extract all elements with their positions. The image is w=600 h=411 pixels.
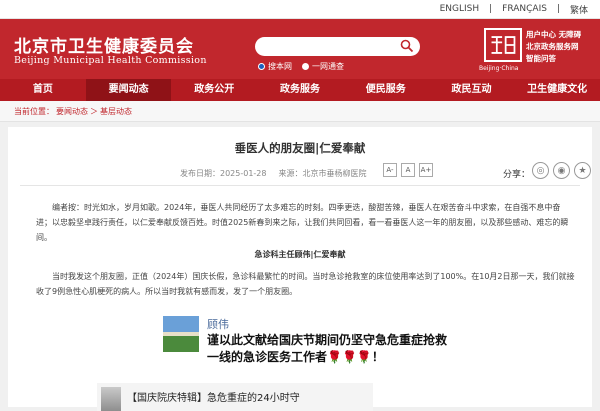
- card-title: 【国庆院庆特辑】急危重症的24小时守: [127, 393, 300, 404]
- wechat-icon[interactable]: ◎: [532, 162, 549, 179]
- article-source: 来源：北京市垂杨柳医院: [278, 169, 367, 178]
- nav-gov-affairs[interactable]: 政务公开: [171, 79, 257, 101]
- font-smaller-button[interactable]: A-: [383, 163, 397, 177]
- editor-note: 编者按：时光如水，岁月如歌。2024年，垂医人共同经历了太多难忘的时刻。四季更迭…: [36, 203, 569, 242]
- wechat-post-screenshot: 顾伟 谨以此文献给国庆节期间仍坚守急危重症抢救一线的急诊医务工作者🌹🌹🌹！: [163, 315, 448, 390]
- post-nickname: 顾伟: [207, 318, 229, 331]
- card-thumbnail: [101, 387, 121, 411]
- breadcrumb: 当前位置： 要闻动态 ＞ 基层动态: [0, 101, 600, 122]
- header-link-user-center[interactable]: 用户中心 无障碍: [526, 29, 581, 41]
- nav-interaction[interactable]: 政民互动: [429, 79, 515, 101]
- header-link-gov-service[interactable]: 北京政务服务网: [526, 41, 581, 53]
- beijing-logo-icon: [484, 28, 522, 62]
- lang-traditional-link[interactable]: 繁体: [570, 3, 588, 16]
- site-title-zh[interactable]: 北京市卫生健康委员会: [14, 32, 194, 57]
- breadcrumb-grassroots[interactable]: 基层动态: [100, 106, 132, 117]
- radio-all-sites[interactable]: 一网通查: [302, 61, 344, 72]
- radio-this-site[interactable]: 搜本网: [258, 61, 292, 72]
- article-title: 垂医人的朋友圈|仁爱奉献: [234, 141, 366, 155]
- body-paragraph: 当时我发这个朋友圈，正值（2024年）国庆长假，急诊科最繁忙的时间。当时急诊抢救…: [36, 272, 575, 296]
- avatar: [163, 316, 199, 352]
- nav-gov-services[interactable]: 政务服务: [257, 79, 343, 101]
- search-input[interactable]: [255, 37, 420, 56]
- top-language-bar: ENGLISH | FRANÇAIS | 繁体: [0, 0, 600, 19]
- font-default-button[interactable]: A: [401, 163, 415, 177]
- publish-date: 发布日期：2025-01-28: [180, 169, 267, 178]
- shared-article-card: 【国庆院庆特辑】急危重症的24小时守: [97, 383, 373, 411]
- lang-separator: |: [489, 4, 493, 14]
- divider: [20, 185, 580, 186]
- nav-home[interactable]: 首页: [0, 79, 86, 101]
- section-subtitle: 急诊科主任顾伟|仁爱奉献: [254, 250, 346, 259]
- main-nav: 首页 要闻动态 政务公开 政务服务 便民服务 政民互动 卫生健康文化: [0, 79, 600, 101]
- radio-dot-selected: [258, 63, 265, 70]
- logo-caption: Beijing·China: [479, 65, 519, 72]
- site-title-en: Beijing Municipal Health Commission: [14, 55, 207, 66]
- breadcrumb-arrow: ＞: [90, 106, 98, 116]
- nav-health-culture[interactable]: 卫生健康文化: [514, 79, 600, 101]
- breadcrumb-news[interactable]: 要闻动态: [56, 106, 88, 117]
- star-share-icon[interactable]: ★: [574, 162, 591, 179]
- search-icon[interactable]: [400, 39, 414, 53]
- header-links: 用户中心 无障碍 北京政务服务网 智能问答: [526, 29, 581, 65]
- lang-french-link[interactable]: FRANÇAIS: [502, 4, 547, 14]
- article-panel: 垂医人的朋友圈|仁爱奉献 发布日期：2025-01-28 来源：北京市垂杨柳医院…: [8, 127, 592, 411]
- lang-english-link[interactable]: ENGLISH: [440, 4, 480, 14]
- font-larger-button[interactable]: A+: [419, 163, 433, 177]
- radio-dot: [302, 63, 309, 70]
- nav-news[interactable]: 要闻动态: [85, 79, 172, 101]
- site-header: 北京市卫生健康委员会 Beijing Municipal Health Comm…: [0, 19, 600, 79]
- share-label: 分享：: [503, 170, 531, 180]
- breadcrumb-label: 当前位置：: [14, 106, 54, 116]
- header-link-qa[interactable]: 智能问答: [526, 53, 581, 65]
- lang-separator: |: [556, 4, 560, 14]
- font-size-controls: A- A A+: [383, 163, 433, 177]
- weibo-icon[interactable]: ◉: [553, 162, 570, 179]
- search-scope: 搜本网 一网通查: [258, 61, 344, 72]
- article-meta: 发布日期：2025-01-28 来源：北京市垂杨柳医院: [180, 168, 367, 179]
- nav-public-services[interactable]: 便民服务: [343, 79, 429, 101]
- post-text: 谨以此文献给国庆节期间仍坚守急危重症抢救一线的急诊医务工作者🌹🌹🌹！: [207, 333, 448, 364]
